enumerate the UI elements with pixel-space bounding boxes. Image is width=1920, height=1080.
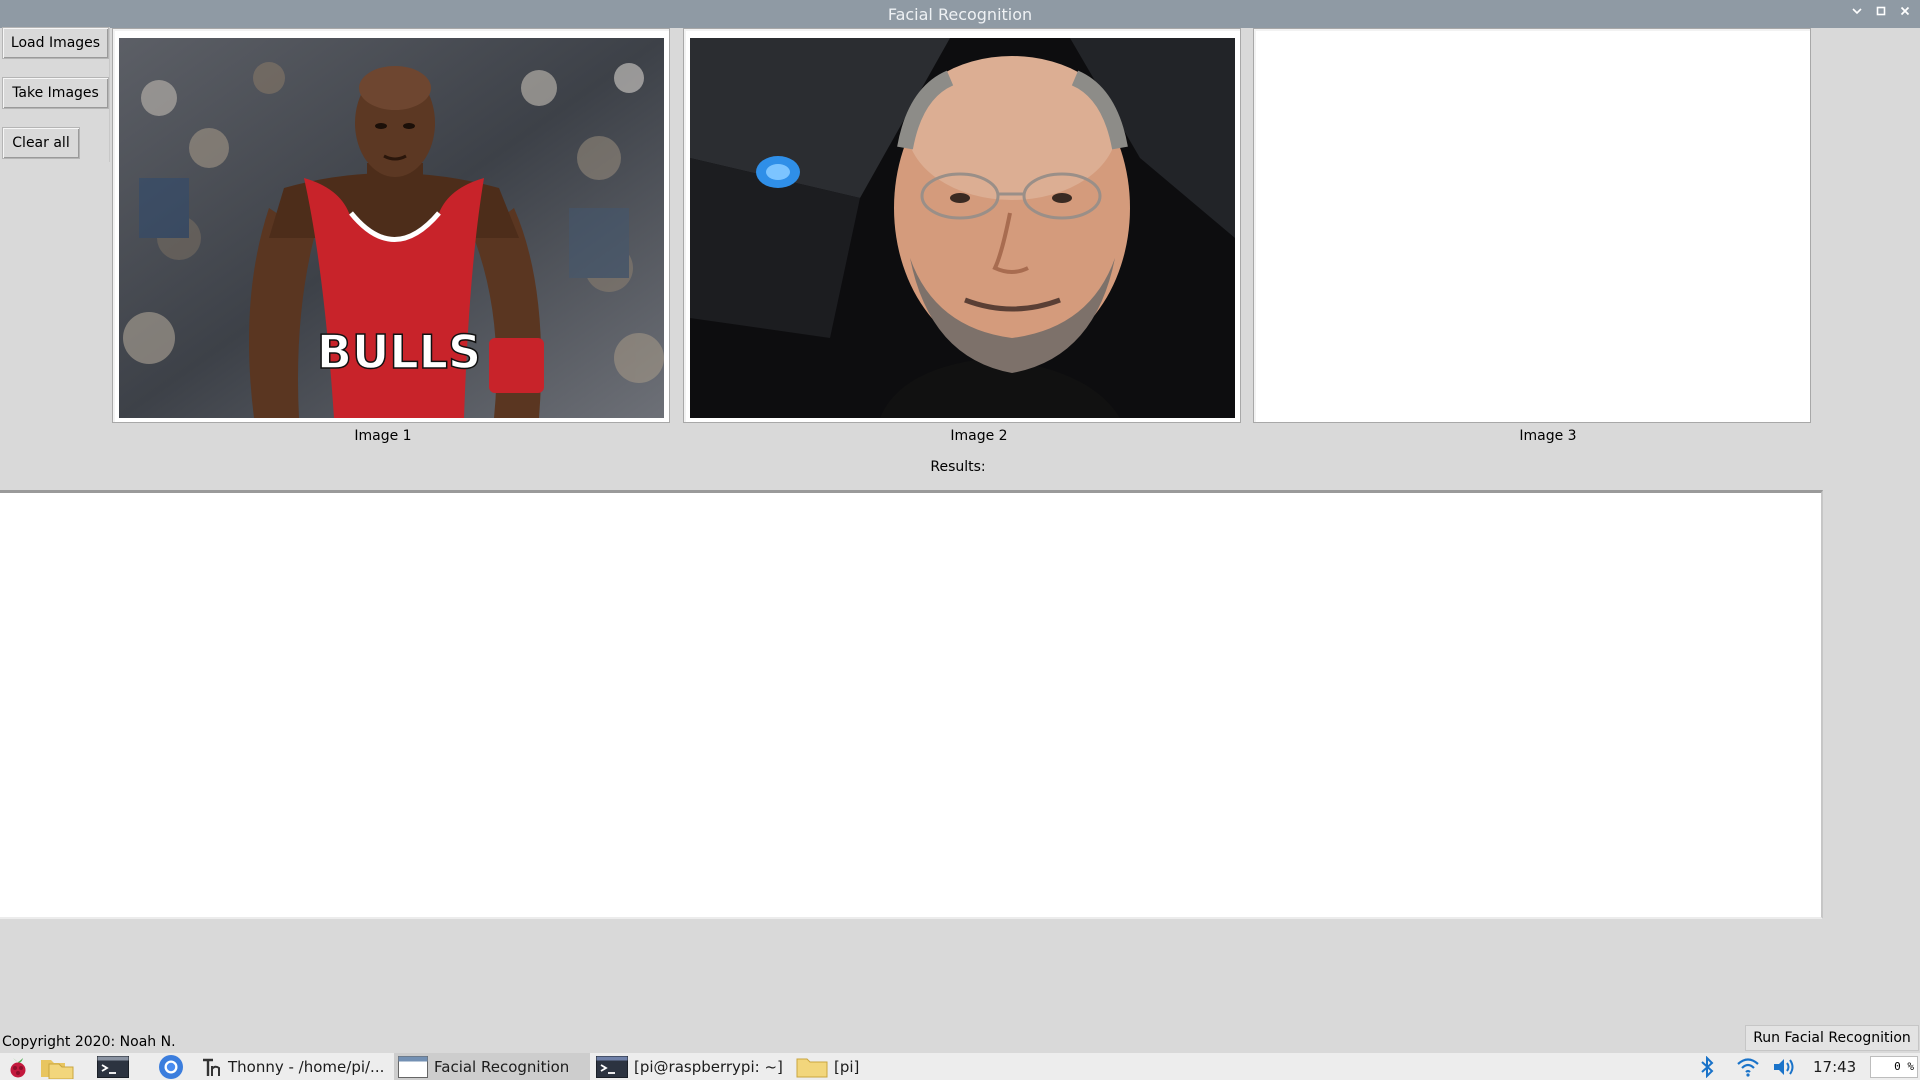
clear-all-button[interactable]: Clear all (2, 127, 80, 159)
image-frame-2 (683, 28, 1241, 423)
taskbar-item-facial-recognition-label: Facial Recognition (434, 1057, 570, 1076)
clock[interactable]: 17:43 (1813, 1053, 1856, 1080)
volume-icon[interactable] (1772, 1053, 1798, 1080)
image-frame-1: BULLS (112, 28, 670, 423)
run-facial-recognition-button[interactable]: Run Facial Recognition (1745, 1025, 1919, 1051)
load-images-button[interactable]: Load Images (2, 27, 109, 59)
taskbar-item-terminal[interactable]: [pi@raspberrypi: ~] (592, 1053, 788, 1080)
taskbar: Thonny - /home/pi/... Facial Recognition… (0, 1053, 1920, 1080)
terminal-launcher-icon[interactable] (97, 1053, 129, 1080)
thonny-icon (203, 1058, 220, 1076)
svg-text:BULLS: BULLS (317, 325, 481, 379)
window-title: Facial Recognition (887, 5, 1033, 24)
wifi-icon[interactable] (1736, 1053, 1760, 1080)
taskbar-item-facial-recognition[interactable]: Facial Recognition (394, 1053, 590, 1080)
image-2-photo (690, 38, 1235, 418)
cpu-monitor[interactable]: 0 % (1870, 1056, 1918, 1078)
minimize-icon[interactable] (1847, 4, 1867, 24)
maximize-icon[interactable] (1871, 4, 1891, 24)
browser-icon[interactable] (158, 1053, 184, 1080)
image-frame-3 (1253, 28, 1811, 423)
close-icon[interactable] (1895, 4, 1915, 24)
image-3-caption: Image 3 (1519, 428, 1577, 444)
copyright-text: Copyright 2020: Noah N. (2, 1034, 176, 1050)
image-2-caption: Image 2 (950, 428, 1008, 444)
take-images-button[interactable]: Take Images (2, 77, 109, 109)
taskbar-item-terminal-label: [pi@raspberrypi: ~] (634, 1057, 783, 1076)
raspberry-menu-icon[interactable] (6, 1053, 30, 1080)
folder-icon (796, 1058, 828, 1077)
taskbar-item-folder[interactable]: [pi] (792, 1053, 992, 1080)
image-1-photo: BULLS (119, 38, 664, 418)
image-1-caption: Image 1 (354, 428, 412, 444)
results-text-area[interactable] (0, 490, 1823, 919)
terminal-icon (596, 1055, 628, 1078)
title-bar: Facial Recognition (0, 0, 1920, 28)
results-label: Results: (930, 459, 986, 475)
taskbar-item-thonny[interactable]: Thonny - /home/pi/... (196, 1053, 392, 1080)
bluetooth-icon[interactable] (1698, 1053, 1716, 1080)
file-manager-icon[interactable] (40, 1053, 74, 1080)
taskbar-item-thonny-label: Thonny - /home/pi/... (228, 1057, 385, 1076)
taskbar-item-folder-label: [pi] (834, 1057, 860, 1076)
window-icon (398, 1055, 428, 1078)
